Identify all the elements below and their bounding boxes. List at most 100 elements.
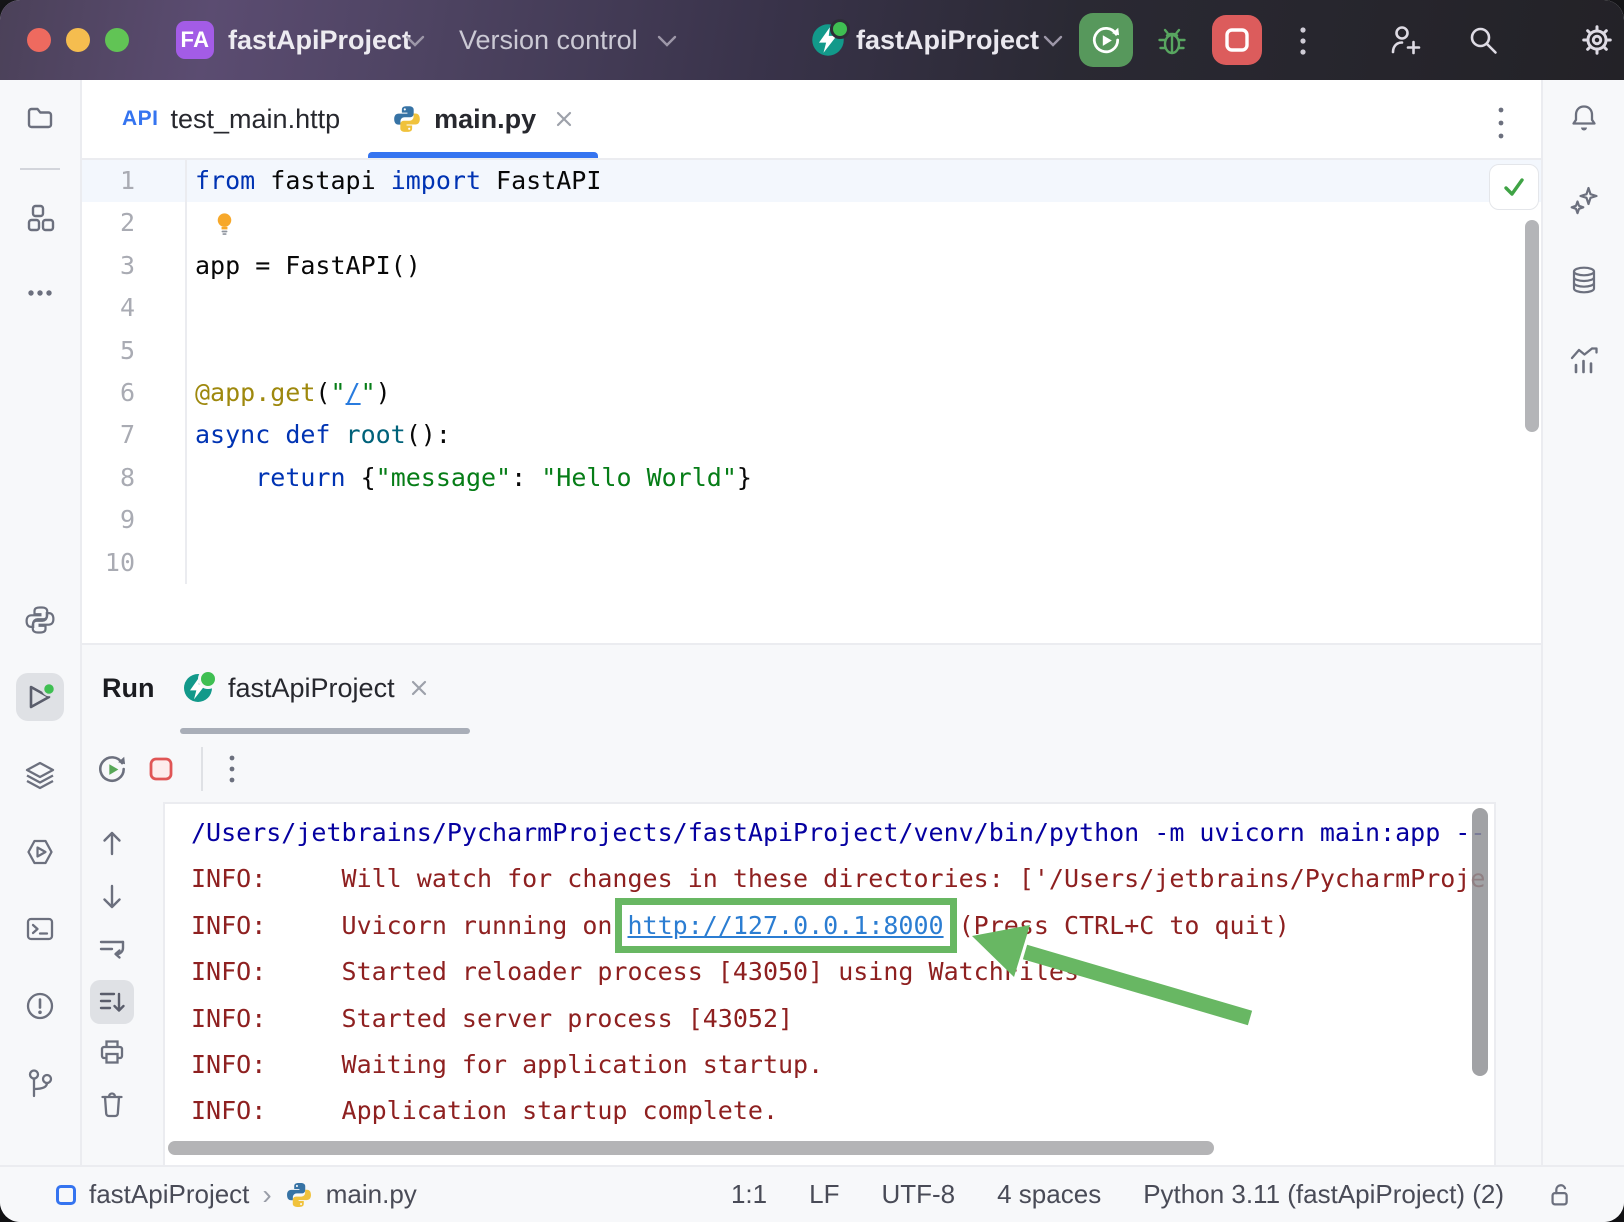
running-indicator-dot	[830, 19, 850, 39]
code-line: @app.get("/")	[187, 372, 391, 414]
breadcrumb-project[interactable]: fastApiProject	[89, 1179, 249, 1210]
notifications-bell-icon[interactable]	[1568, 102, 1600, 134]
run-tab-active-underline	[180, 728, 470, 734]
macos-close-button[interactable]	[27, 28, 51, 52]
terminal-icon[interactable]	[24, 913, 56, 945]
project-folder-icon[interactable]	[24, 102, 56, 134]
code-editor[interactable]: 1from fastapi import FastAPI2 3app = Fas…	[82, 160, 1541, 643]
services-layers-icon[interactable]	[24, 759, 56, 791]
breadcrumb-separator: ›	[262, 1179, 271, 1211]
intention-lightbulb-icon[interactable]	[211, 210, 238, 237]
run-config-icon	[810, 22, 846, 58]
python-icon	[285, 1181, 313, 1209]
editor-line[interactable]: 5	[82, 330, 1541, 372]
version-control-menu[interactable]: Version control	[459, 0, 638, 80]
http-file-icon: API	[122, 107, 159, 131]
code-line: app = FastAPI()	[187, 245, 421, 287]
settings-gear-icon[interactable]	[1580, 23, 1614, 57]
run-more-kebab[interactable]	[227, 753, 237, 785]
version-control-branch-icon[interactable]	[24, 1067, 56, 1099]
run-tool-window-icon[interactable]	[24, 681, 56, 713]
editor-more-kebab[interactable]	[1496, 104, 1506, 142]
chevron-down-icon	[404, 34, 426, 48]
problems-icon[interactable]	[24, 990, 56, 1022]
main-area: API test_main.http main.py 1from fastapi…	[82, 80, 1541, 1167]
tab-main-py[interactable]: main.py	[366, 80, 600, 158]
editor-line[interactable]: 6@app.get("/")	[82, 372, 1541, 414]
left-tool-strip	[0, 80, 82, 1167]
status-widget[interactable]: UTF-8	[881, 1179, 955, 1210]
scroll-up-icon[interactable]	[96, 827, 128, 859]
tab-test-main-http[interactable]: API test_main.http	[96, 80, 366, 158]
stop-button[interactable]	[1212, 15, 1262, 65]
editor-line[interactable]: 4	[82, 287, 1541, 329]
rerun-icon[interactable]	[95, 752, 129, 786]
soft-wrap-icon[interactable]	[96, 933, 128, 965]
editor-line[interactable]: 9	[82, 499, 1541, 541]
search-icon[interactable]	[1466, 23, 1500, 57]
editor-line[interactable]: 1from fastapi import FastAPI	[82, 160, 1541, 202]
scroll-to-end-icon[interactable]	[96, 986, 128, 1018]
more-tool-windows-icon[interactable]	[24, 277, 56, 309]
line-number: 1	[82, 160, 187, 202]
line-number: 6	[82, 372, 187, 414]
run-tab-icon	[182, 672, 214, 704]
console-vertical-scrollbar[interactable]	[1472, 808, 1488, 1076]
database-icon[interactable]	[1568, 264, 1600, 296]
run-header: Run fastApiProject	[82, 645, 1541, 735]
macos-zoom-button[interactable]	[105, 28, 129, 52]
python-icon	[392, 104, 422, 134]
close-icon[interactable]	[554, 109, 574, 129]
editor-line[interactable]: 2	[82, 202, 1541, 244]
inspection-status-widget[interactable]	[1489, 164, 1539, 210]
close-icon[interactable]	[409, 678, 429, 698]
line-number: 3	[82, 245, 187, 287]
add-user-icon[interactable]	[1388, 23, 1422, 57]
unlocked-padlock-icon[interactable]	[1546, 1180, 1576, 1210]
stop-icon[interactable]	[145, 753, 177, 785]
tab-label: test_main.http	[171, 104, 341, 135]
run-tab-fastapiproject[interactable]: fastApiProject	[182, 645, 429, 731]
run-console[interactable]: /Users/jetbrains/PycharmProjects/fastApi…	[163, 802, 1496, 1167]
python-packages-icon[interactable]	[24, 604, 56, 636]
more-options-kebab[interactable]	[1297, 25, 1309, 57]
project-menu[interactable]: fastApiProject	[228, 0, 411, 80]
divider	[201, 747, 203, 791]
status-widget[interactable]: Python 3.11 (fastApiProject) (2)	[1143, 1179, 1504, 1210]
python-console-icon[interactable]	[24, 836, 56, 868]
ai-assistant-sparkles-icon[interactable]	[1568, 184, 1600, 216]
console-line: /Users/jetbrains/PycharmProjects/fastApi…	[191, 810, 1494, 856]
line-number: 7	[82, 414, 187, 456]
breadcrumb-file[interactable]: main.py	[326, 1179, 417, 1210]
rerun-icon	[1089, 23, 1123, 57]
console-horizontal-scrollbar[interactable]	[168, 1141, 1214, 1155]
checkmark-icon	[1501, 174, 1527, 200]
editor-line[interactable]: 8 return {"message": "Hello World"}	[82, 457, 1541, 499]
editor-vertical-scrollbar[interactable]	[1525, 220, 1539, 432]
rerun-button[interactable]	[1079, 13, 1133, 67]
run-configuration-selector[interactable]: fastApiProject	[856, 0, 1039, 80]
status-widget[interactable]: LF	[809, 1179, 839, 1210]
plots-chart-icon[interactable]	[1568, 344, 1600, 376]
editor-line[interactable]: 3app = FastAPI()	[82, 245, 1541, 287]
console-line: INFO: Will watch for changes in these di…	[191, 856, 1494, 902]
clear-all-trash-icon[interactable]	[96, 1088, 128, 1120]
code-line	[187, 330, 195, 372]
editor-line[interactable]: 7async def root():	[82, 414, 1541, 456]
macos-minimize-button[interactable]	[66, 28, 90, 52]
print-icon[interactable]	[96, 1036, 128, 1068]
line-number: 2	[82, 202, 187, 244]
status-widget[interactable]: 1:1	[731, 1179, 767, 1210]
status-widget[interactable]: 4 spaces	[997, 1179, 1101, 1210]
scroll-down-icon[interactable]	[96, 881, 128, 913]
debug-bug-button[interactable]	[1156, 25, 1188, 57]
status-widgets: 1:1 LF UTF-8 4 spaces Python 3.11 (fastApiPr…	[731, 1179, 1624, 1210]
project-avatar[interactable]: FA	[176, 21, 214, 59]
editor-tab-bar: API test_main.http main.py	[82, 80, 1541, 160]
editor-line[interactable]: 10	[82, 542, 1541, 584]
line-number: 5	[82, 330, 187, 372]
console-url-link[interactable]: http://127.0.0.1:8000	[628, 911, 944, 940]
console-line: INFO: Application startup complete.	[191, 1088, 1494, 1134]
structure-icon[interactable]	[24, 202, 56, 234]
title-bar: FA fastApiProject Version control fastAp…	[0, 0, 1624, 80]
